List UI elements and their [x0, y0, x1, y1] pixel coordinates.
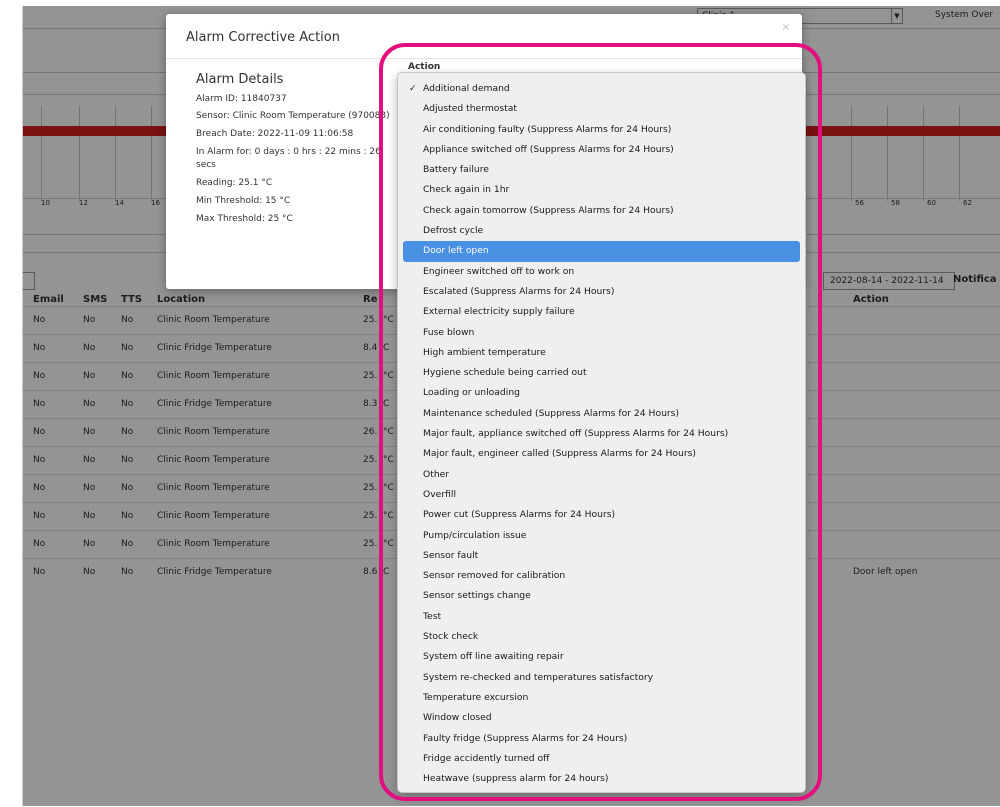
dropdown-option[interactable]: Temperature excursion — [403, 688, 800, 708]
dropdown-option[interactable]: Check again in 1hr — [403, 180, 800, 200]
dropdown-option-label: Escalated (Suppress Alarms for 24 Hours) — [423, 285, 615, 297]
dropdown-option[interactable]: Pump/circulation issue — [403, 526, 800, 546]
close-icon[interactable]: × — [782, 22, 790, 33]
modal-title: Alarm Corrective Action — [186, 30, 340, 45]
dropdown-option[interactable]: Engineer switched off to work on — [403, 262, 800, 282]
dropdown-option[interactable]: Check again tomorrow (Suppress Alarms fo… — [403, 201, 800, 221]
dropdown-option-label: Sensor fault — [423, 549, 479, 561]
max-threshold: Max Threshold: 25 °C — [196, 214, 293, 224]
dropdown-option-label: Defrost cycle — [423, 225, 484, 237]
dropdown-option-label: Other — [423, 468, 450, 480]
dropdown-option[interactable]: External electricity supply failure — [403, 302, 800, 322]
dropdown-option-label: Additional demand — [423, 83, 510, 94]
dropdown-option[interactable]: Door left open — [403, 241, 800, 262]
dropdown-option[interactable]: Air conditioning faulty (Suppress Alarms… — [403, 120, 800, 140]
dropdown-option-label: Fuse blown — [423, 326, 475, 338]
dropdown-option-label: Loading or unloading — [423, 387, 520, 399]
dropdown-option-label: Major fault, appliance switched off (Sup… — [423, 428, 729, 440]
dropdown-option-label: Engineer switched off to work on — [423, 265, 575, 277]
dropdown-option[interactable]: System re-checked and temperatures satis… — [403, 668, 800, 688]
dropdown-option[interactable]: Defrost cycle — [403, 221, 800, 241]
in-alarm-duration: In Alarm for: 0 days : 0 hrs : 22 mins :… — [196, 147, 381, 157]
dropdown-option[interactable]: Test — [403, 607, 800, 627]
dropdown-option-label: Power cut (Suppress Alarms for 24 Hours) — [423, 509, 616, 521]
dropdown-option-label: External electricity supply failure — [423, 306, 575, 318]
dropdown-option[interactable]: Fuse blown — [403, 323, 800, 343]
dropdown-option[interactable]: System off line awaiting repair — [403, 647, 800, 667]
dropdown-option-label: Pump/circulation issue — [423, 529, 527, 541]
dropdown-option[interactable]: Hygiene schedule being carried out — [403, 363, 800, 383]
dropdown-option-label: Stock check — [423, 631, 479, 643]
in-alarm-duration-cont: secs — [196, 160, 216, 170]
alarm-details-heading: Alarm Details — [196, 72, 284, 87]
dropdown-option[interactable]: Major fault, engineer called (Suppress A… — [403, 444, 800, 464]
sensor-name: Sensor: Clinic Room Temperature (970083) — [196, 111, 390, 121]
action-dropdown-menu: ✓ Additional demand Adjusted thermostat Air… — [397, 72, 806, 793]
dropdown-option[interactable]: Stock check — [403, 627, 800, 647]
dropdown-option-label: Heatwave (suppress alarm for 24 hours) — [423, 773, 609, 785]
dropdown-option-label: Appliance switched off (Suppress Alarms … — [423, 143, 674, 155]
dropdown-option-label: Sensor settings change — [423, 590, 531, 602]
dropdown-option-label: Major fault, engineer called (Suppress A… — [423, 448, 697, 460]
breach-date: Breach Date: 2022-11-09 11:06:58 — [196, 129, 354, 139]
dropdown-option[interactable]: Loading or unloading — [403, 383, 800, 403]
dropdown-option[interactable]: Major fault, appliance switched off (Sup… — [403, 424, 800, 444]
dropdown-option-label: Door left open — [423, 245, 489, 257]
dropdown-option[interactable]: Appliance switched off (Suppress Alarms … — [403, 140, 800, 160]
dropdown-option[interactable]: Faulty fridge (Suppress Alarms for 24 Ho… — [403, 729, 800, 749]
alarm-id: Alarm ID: 11840737 — [196, 94, 287, 104]
dropdown-option-label: Air conditioning faulty (Suppress Alarms… — [423, 123, 672, 135]
dropdown-option-label: Maintenance scheduled (Suppress Alarms f… — [423, 407, 680, 419]
dropdown-option[interactable]: Fridge accidently turned off — [403, 749, 800, 769]
dropdown-option[interactable]: Escalated (Suppress Alarms for 24 Hours) — [403, 282, 800, 302]
dropdown-option[interactable]: High ambient temperature — [403, 343, 800, 363]
dropdown-option-label: Sensor removed for calibration — [423, 570, 566, 582]
dropdown-option-label: System off line awaiting repair — [423, 651, 564, 663]
dropdown-option[interactable]: Other — [403, 465, 800, 485]
dropdown-option-label: Fridge accidently turned off — [423, 752, 550, 764]
dropdown-option[interactable]: Sensor removed for calibration — [403, 566, 800, 586]
dropdown-option-label: Check again in 1hr — [423, 184, 510, 196]
dropdown-option[interactable]: Power cut (Suppress Alarms for 24 Hours) — [403, 505, 800, 525]
min-threshold: Min Threshold: 15 °C — [196, 196, 291, 206]
dropdown-option[interactable]: ✓ Additional demand — [403, 79, 800, 99]
dropdown-option[interactable]: Battery failure — [403, 160, 800, 180]
dropdown-option[interactable]: Window closed — [403, 708, 800, 728]
dropdown-option-label: Hygiene schedule being carried out — [423, 367, 587, 379]
dropdown-option[interactable]: Sensor settings change — [403, 586, 800, 606]
dropdown-option-label: System re-checked and temperatures satis… — [423, 671, 654, 683]
dropdown-option-label: Overfill — [423, 488, 456, 500]
dropdown-option-label: Faulty fridge (Suppress Alarms for 24 Ho… — [423, 732, 628, 744]
checkmark-icon: ✓ — [409, 84, 417, 94]
dropdown-option-label: Battery failure — [423, 164, 489, 176]
reading-value: Reading: 25.1 °C — [196, 178, 273, 188]
dropdown-option[interactable]: Heatwave (suppress alarm for 24 hours) — [403, 769, 800, 789]
dropdown-option[interactable]: Maintenance scheduled (Suppress Alarms f… — [403, 404, 800, 424]
dropdown-option-label: Check again tomorrow (Suppress Alarms fo… — [423, 204, 674, 216]
action-label: Action — [408, 62, 441, 72]
dropdown-option-label: Test — [423, 610, 442, 622]
dropdown-option-label: High ambient temperature — [423, 346, 546, 358]
dropdown-option-label: Adjusted thermostat — [423, 103, 518, 115]
dropdown-option-label: Temperature excursion — [423, 691, 529, 703]
dropdown-option[interactable]: Adjusted thermostat — [403, 99, 800, 119]
dropdown-option-label: Window closed — [423, 712, 492, 724]
dropdown-option[interactable]: Sensor fault — [403, 546, 800, 566]
modal-divider — [166, 58, 802, 59]
dropdown-option[interactable]: Overfill — [403, 485, 800, 505]
